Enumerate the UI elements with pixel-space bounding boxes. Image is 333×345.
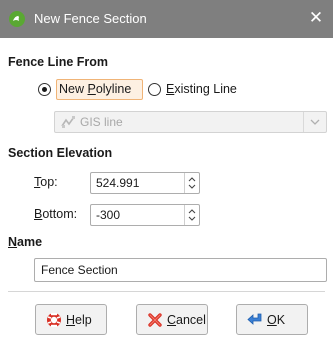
existing-line-radio[interactable] [148, 83, 161, 96]
window-title: New Fence Section [34, 11, 147, 26]
help-label: Help [66, 313, 92, 327]
name-mnemonic: N [8, 235, 18, 249]
top-elevation-spinbox[interactable]: 524.991 [90, 172, 200, 194]
ok-label: OK [267, 313, 286, 327]
title-bar: New Fence Section ✕ [0, 0, 333, 38]
top-elevation-value: 524.991 [96, 176, 140, 190]
name-label-post: ame [17, 235, 43, 249]
new-polyline-label-post: olyline [95, 82, 132, 96]
new-fence-section-dialog: New Fence Section ✕ Fence Line From New … [0, 0, 333, 345]
new-polyline-radio[interactable] [38, 83, 51, 96]
top-label: Top: [34, 175, 58, 189]
new-polyline-mnemonic: P [87, 82, 96, 96]
bottom-elevation-spinbox[interactable]: -300 [90, 204, 200, 226]
cancel-mnemonic: C [167, 313, 177, 327]
spin-arrows-icon[interactable] [184, 173, 199, 193]
help-mnemonic: H [66, 313, 76, 327]
bottom-elevation-value: -300 [96, 208, 121, 222]
ok-mnemonic: O [267, 313, 277, 327]
cancel-label: Cancel [167, 313, 206, 327]
fence-line-from-label: Fence Line From [8, 55, 109, 69]
leapfrog-icon [9, 11, 25, 27]
new-polyline-label-pre: New [59, 82, 88, 96]
bottom-label: Bottom: [34, 207, 77, 221]
gis-line-icon [61, 116, 75, 128]
line-select-dropdown[interactable]: GIS line [54, 111, 327, 133]
help-button[interactable]: Help [35, 304, 107, 335]
chevron-down-icon[interactable] [303, 112, 326, 132]
line-select-value: GIS line [80, 115, 123, 129]
existing-line-label[interactable]: Existing Line [166, 82, 237, 96]
cancel-x-icon [148, 313, 162, 327]
name-input[interactable]: Fence Section [34, 258, 327, 282]
name-input-value: Fence Section [41, 263, 118, 277]
section-elevation-label: Section Elevation [8, 146, 113, 160]
new-polyline-label[interactable]: New Polyline [59, 82, 131, 96]
top-label-post: op: [40, 175, 58, 189]
cancel-button[interactable]: Cancel [136, 304, 208, 335]
ok-arrow-icon [247, 313, 262, 325]
help-lifebuoy-icon [47, 313, 61, 327]
spin-arrows-icon[interactable] [184, 205, 199, 225]
ok-button[interactable]: OK [236, 304, 308, 335]
close-icon[interactable]: ✕ [305, 7, 327, 29]
footer-divider [8, 291, 325, 292]
name-label: Name [8, 235, 42, 249]
bottom-label-post: ottom: [42, 207, 78, 221]
existing-line-label-post: xisting Line [174, 82, 237, 96]
